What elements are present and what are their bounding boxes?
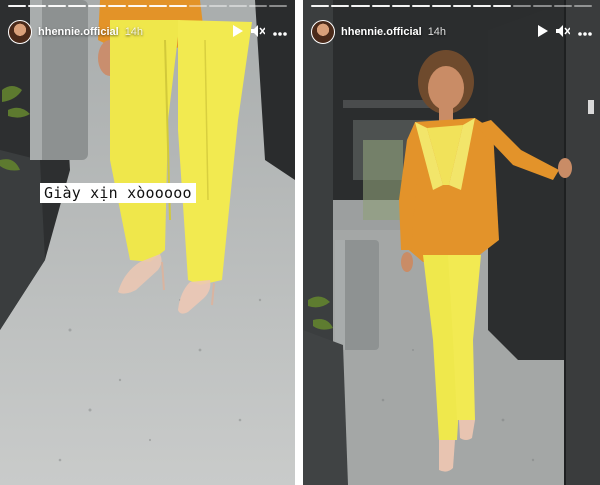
progress-segment	[68, 5, 87, 7]
post-time: 14h	[124, 26, 144, 38]
story-photo-shoes	[0, 0, 295, 485]
username[interactable]: hhennie.official	[341, 26, 422, 38]
story-caption: Giày xịn xòooooo	[40, 183, 196, 203]
progress-segment	[248, 5, 268, 7]
story-controls	[232, 25, 287, 39]
mute-icon[interactable]	[251, 25, 266, 39]
story-left[interactable]: hhennie.official 14h Giày xịn xòooooo	[0, 0, 295, 485]
progress-segment	[412, 5, 431, 7]
progress-segment	[452, 5, 471, 7]
progress-segment	[513, 5, 532, 7]
progress-segment	[351, 5, 370, 7]
story-header: hhennie.official 14h	[311, 18, 592, 46]
story-progress-bar	[311, 5, 593, 7]
avatar[interactable]	[8, 20, 32, 44]
progress-segment	[492, 5, 512, 7]
mute-icon[interactable]	[556, 25, 571, 39]
progress-segment	[8, 5, 27, 7]
progress-segment	[331, 5, 350, 7]
progress-segment	[432, 5, 451, 7]
progress-segment	[311, 5, 330, 7]
progress-segment	[228, 5, 247, 7]
progress-segment	[128, 5, 147, 7]
post-time: 14h	[427, 26, 447, 38]
progress-segment	[188, 5, 207, 7]
more-icon[interactable]	[273, 26, 287, 38]
progress-segment	[269, 5, 288, 7]
more-icon[interactable]	[578, 26, 592, 38]
progress-segment	[168, 5, 187, 7]
progress-segment	[28, 5, 47, 7]
progress-segment	[148, 5, 167, 7]
play-icon[interactable]	[537, 25, 548, 39]
progress-segment	[48, 5, 67, 7]
progress-segment	[208, 5, 227, 7]
story-controls	[537, 25, 592, 39]
progress-segment	[391, 5, 411, 7]
story-progress-bar	[8, 5, 288, 7]
progress-segment	[88, 5, 107, 7]
progress-segment	[472, 5, 491, 7]
avatar[interactable]	[311, 20, 335, 44]
progress-segment	[573, 5, 593, 7]
story-right[interactable]: hhennie.official 14h	[303, 0, 600, 485]
play-icon[interactable]	[232, 25, 243, 39]
progress-segment	[553, 5, 572, 7]
story-header: hhennie.official 14h	[8, 18, 287, 46]
progress-segment	[371, 5, 390, 7]
progress-segment	[108, 5, 127, 7]
story-photo-outfit	[303, 0, 600, 485]
username[interactable]: hhennie.official	[38, 26, 119, 38]
progress-segment	[533, 5, 552, 7]
